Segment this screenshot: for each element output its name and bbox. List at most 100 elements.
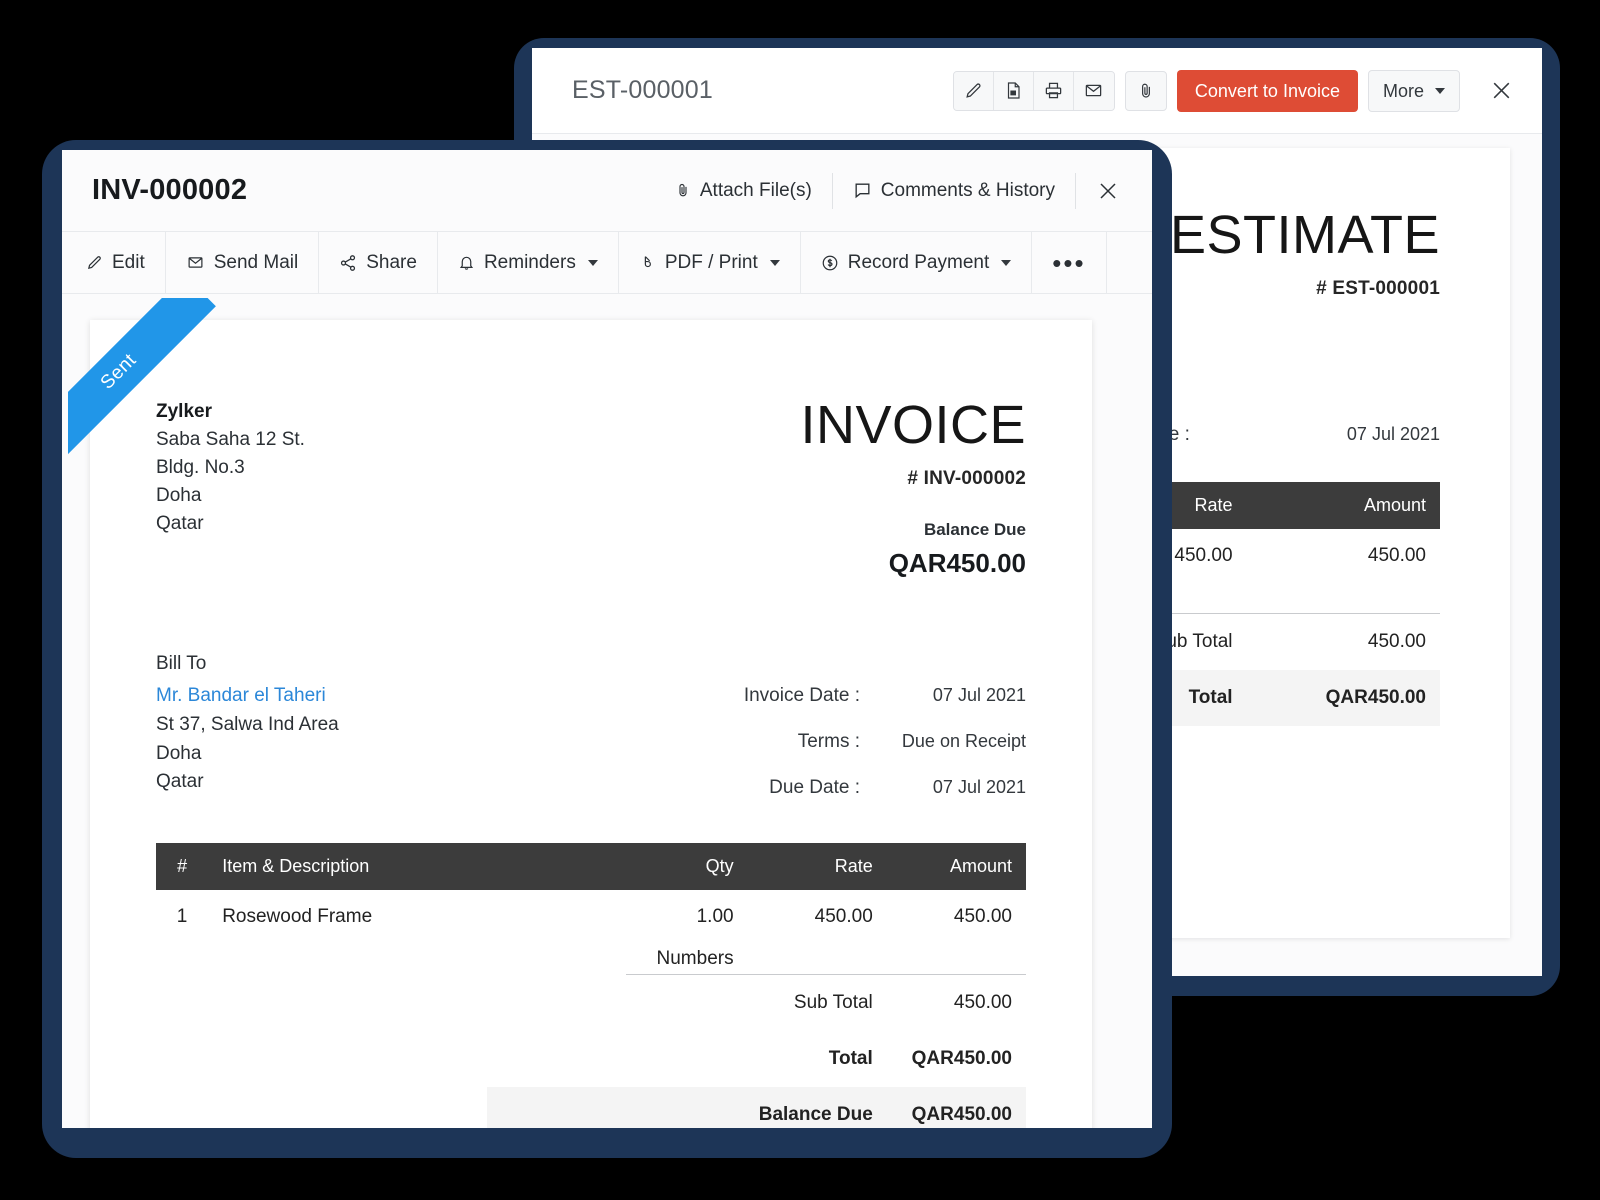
toolbar-item-share[interactable]: Share: [319, 232, 438, 293]
organization-block: Zylker Saba Saha 12 St. Bldg. No.3 Doha …: [156, 398, 305, 579]
toolbar-overflow-label: •••: [1052, 250, 1085, 276]
pdf-file-icon: [1004, 81, 1022, 100]
invoice-items-table: # Item & Description Qty Rate Amount 1: [156, 843, 1026, 975]
table-row-unit: Numbers: [156, 932, 1026, 975]
estimate-close-button[interactable]: [1484, 74, 1518, 108]
pdf-file-icon-button[interactable]: [994, 72, 1034, 110]
balance-due-label: Balance Due: [636, 520, 1026, 540]
organization-address-line-2: Bldg. No.3: [156, 454, 305, 482]
invoice-document-paper: Sent Zylker Saba Saha 12 St. Bldg. No.3 …: [90, 320, 1092, 1128]
invoice-date-label: Invoice Date :: [636, 685, 886, 707]
invoice-row-amount: 450.00: [887, 890, 1026, 932]
invoice-col-amount: Amount: [887, 843, 1026, 890]
chevron-down-icon: [588, 260, 598, 266]
invoice-due-date-row: Due Date : 07 Jul 2021: [636, 777, 1026, 799]
toolbar-item-edit[interactable]: Edit: [62, 232, 166, 293]
toolbar-item-reminders[interactable]: Reminders: [438, 232, 619, 293]
invoice-totals-table: Sub Total 450.00 Total QAR450.00: [156, 975, 1026, 1128]
estimate-row-amount: 450.00: [1247, 529, 1440, 571]
bill-to-name[interactable]: Mr. Bandar el Taheri: [156, 685, 339, 707]
printer-icon: [1044, 81, 1063, 100]
attach-files-label: Attach File(s): [700, 180, 812, 202]
close-icon: [1489, 78, 1514, 103]
bell-icon: [458, 254, 475, 272]
estimate-subtotal-value: 450.00: [1247, 614, 1440, 670]
invoice-subtotal-value: 450.00: [887, 975, 1026, 1031]
page-title: INV-000002: [92, 174, 247, 207]
envelope-icon-button[interactable]: [1074, 72, 1114, 110]
invoice-balance-due-label: Balance Due: [487, 1087, 887, 1128]
bill-to-address-line-2: Doha: [156, 740, 339, 769]
paperclip-icon: [675, 181, 691, 200]
invoice-balance-due-value: QAR450.00: [887, 1087, 1026, 1128]
invoice-document: Zylker Saba Saha 12 St. Bldg. No.3 Doha …: [90, 320, 1092, 1128]
invoice-due-date-label: Due Date :: [636, 777, 886, 799]
invoice-window-frame: INV-000002 Attach File(s): [42, 140, 1172, 1158]
bill-to-address-line-3: Qatar: [156, 768, 339, 797]
invoice-col-description: Item & Description: [208, 843, 626, 890]
toolbar-label-share: Share: [366, 252, 417, 274]
chevron-down-icon: [770, 260, 780, 266]
share-icon: [339, 254, 357, 272]
bill-to-block: Bill To Mr. Bandar el Taheri St 37, Salw…: [156, 653, 339, 799]
invoice-due-date-value: 07 Jul 2021: [886, 777, 1026, 798]
invoice-terms-label: Terms :: [636, 731, 886, 753]
dollar-circle-icon: [821, 254, 839, 272]
chevron-down-icon: [1001, 260, 1011, 266]
estimate-total-value: QAR450.00: [1247, 670, 1440, 726]
more-button-label: More: [1383, 71, 1424, 111]
invoice-header-actions: Attach File(s) Comments & History: [655, 150, 1134, 231]
invoice-subtotal-row: Sub Total 450.00: [156, 975, 1026, 1031]
estimate-header-actions: Convert to Invoice More: [953, 70, 1518, 112]
envelope-icon: [186, 254, 205, 271]
balance-due-value: QAR450.00: [636, 548, 1026, 579]
estimate-col-amount: Amount: [1247, 482, 1440, 529]
toolbar-label-send-mail: Send Mail: [214, 252, 299, 274]
invoice-total-row: Total QAR450.00: [156, 1031, 1026, 1087]
attach-files-button[interactable]: Attach File(s): [655, 172, 832, 210]
invoice-bill-section: Bill To Mr. Bandar el Taheri St 37, Salw…: [156, 653, 1026, 799]
organization-name: Zylker: [156, 398, 305, 426]
invoice-subtotal-label: Sub Total: [487, 975, 887, 1031]
toolbar-item-pdf-print[interactable]: PDF / Print: [619, 232, 801, 293]
pdf-print-icon: [639, 254, 656, 272]
bill-to-address-line-1: St 37, Salwa Ind Area: [156, 711, 339, 740]
toolbar-item-record-payment[interactable]: Record Payment: [801, 232, 1033, 293]
toolbar-item-send-mail[interactable]: Send Mail: [166, 232, 320, 293]
comments-history-button[interactable]: Comments & History: [833, 172, 1075, 210]
invoice-table-header-row: # Item & Description Qty Rate Amount: [156, 843, 1026, 890]
screenshot-stage: EST-000001: [0, 0, 1600, 1200]
invoice-date-row: Invoice Date : 07 Jul 2021: [636, 685, 1026, 707]
pencil-icon: [964, 81, 983, 100]
invoice-row-unit: Numbers: [626, 932, 748, 975]
printer-icon-button[interactable]: [1034, 72, 1074, 110]
invoice-body: Sent Zylker Saba Saha 12 St. Bldg. No.3 …: [62, 294, 1152, 1128]
estimate-header: EST-000001: [532, 48, 1542, 134]
invoice-close-button[interactable]: [1076, 172, 1134, 210]
invoice-row-description: Rosewood Frame: [208, 890, 626, 932]
invoice-date-value: 07 Jul 2021: [886, 685, 1026, 706]
invoice-terms-value: Due on Receipt: [886, 731, 1026, 752]
invoice-balance-due-row: Balance Due QAR450.00: [156, 1087, 1026, 1128]
invoice-title-block: INVOICE # INV-000002 Balance Due QAR450.…: [636, 398, 1026, 579]
envelope-icon: [1084, 81, 1103, 100]
chevron-down-icon: [1435, 88, 1445, 94]
attach-file-button[interactable]: [1125, 71, 1167, 111]
organization-address-line-4: Qatar: [156, 510, 305, 538]
convert-to-invoice-button[interactable]: Convert to Invoice: [1177, 70, 1358, 112]
toolbar-label-edit: Edit: [112, 252, 145, 274]
invoice-toolbar: Edit Send Mail: [62, 232, 1152, 294]
invoice-doc-number: # INV-000002: [636, 468, 1026, 490]
invoice-col-qty: Qty: [626, 843, 748, 890]
invoice-total-value: QAR450.00: [887, 1031, 1026, 1087]
toolbar-item-more[interactable]: •••: [1032, 232, 1106, 293]
table-row: 1 Rosewood Frame 1.00 450.00 450.00: [156, 890, 1026, 932]
organization-address-line-3: Doha: [156, 482, 305, 510]
invoice-terms-row: Terms : Due on Receipt: [636, 731, 1026, 753]
more-button[interactable]: More: [1368, 70, 1460, 112]
toolbar-label-record-payment: Record Payment: [848, 252, 990, 274]
pencil-icon-button[interactable]: [954, 72, 994, 110]
bill-to-label: Bill To: [156, 653, 339, 675]
invoice-meta-block: Invoice Date : 07 Jul 2021 Terms : Due o…: [636, 653, 1026, 799]
toolbar-label-reminders: Reminders: [484, 252, 576, 274]
